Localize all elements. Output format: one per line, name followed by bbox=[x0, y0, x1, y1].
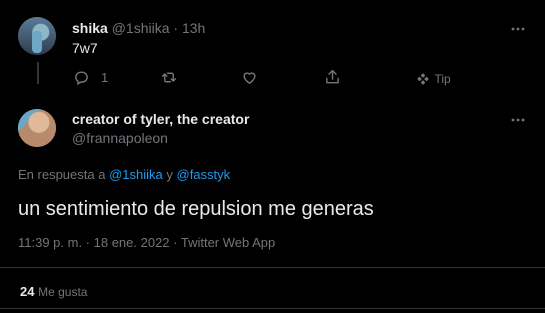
like-button[interactable] bbox=[241, 69, 258, 86]
display-name[interactable]: creator of tyler, the creator bbox=[72, 111, 249, 127]
separator: · bbox=[173, 20, 179, 36]
avatar[interactable] bbox=[18, 17, 56, 55]
likes-count: 24 bbox=[20, 284, 35, 299]
reply-prefix: En respuesta a bbox=[18, 167, 106, 182]
tip-label: Tip bbox=[434, 71, 451, 86]
tweet-text: 7w7 bbox=[72, 40, 98, 56]
more-options-icon[interactable] bbox=[511, 22, 525, 36]
likes-label: Me gusta bbox=[38, 285, 88, 299]
heart-icon bbox=[243, 72, 256, 84]
mention-link[interactable]: @1shiika bbox=[109, 167, 163, 182]
tweet-timestamp[interactable]: 11:39 p. m. · 18 ene. 2022 · Twitter Web… bbox=[18, 235, 275, 250]
reply-context: En respuesta a @1shiika y @fasstyk bbox=[18, 167, 230, 182]
avatar[interactable] bbox=[18, 109, 56, 147]
retweet-icon bbox=[161, 72, 177, 83]
thread-line bbox=[37, 62, 39, 84]
tip-button[interactable]: Tip bbox=[416, 70, 451, 88]
retweet-button[interactable] bbox=[160, 69, 178, 86]
share-button[interactable] bbox=[324, 68, 341, 86]
mention-link[interactable]: @fasstyk bbox=[177, 167, 231, 182]
reply-button[interactable] bbox=[73, 69, 90, 86]
likes-stat[interactable]: 24 Me gusta bbox=[20, 284, 87, 299]
reply-conjunction: y bbox=[166, 167, 173, 182]
divider bbox=[0, 267, 545, 268]
share-icon bbox=[326, 69, 339, 84]
reply-count: 1 bbox=[101, 70, 109, 85]
divider bbox=[0, 308, 545, 309]
parent-header: shika @1shiika · 13h bbox=[72, 20, 205, 36]
handle[interactable]: @1shiika bbox=[112, 20, 170, 36]
tweet-time[interactable]: 13h bbox=[182, 20, 205, 36]
tweet-text: un sentimiento de repulsion me generas bbox=[18, 198, 374, 220]
more-options-icon[interactable] bbox=[511, 113, 525, 127]
display-name[interactable]: shika bbox=[72, 20, 108, 36]
reply-icon bbox=[75, 71, 88, 86]
handle[interactable]: @frannapoleon bbox=[72, 130, 168, 146]
tip-icon bbox=[416, 72, 430, 86]
